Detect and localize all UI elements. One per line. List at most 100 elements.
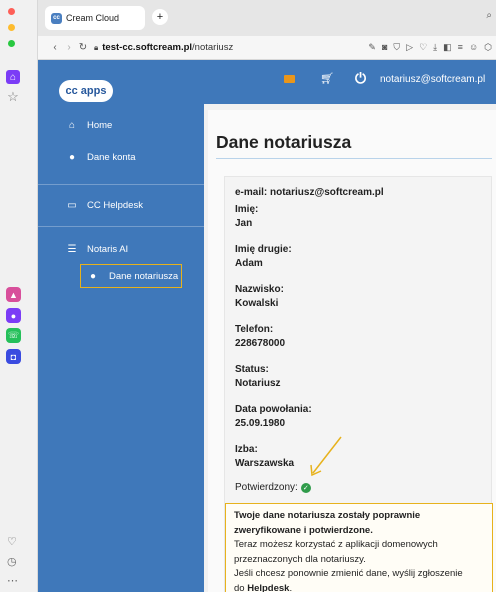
sidebar-item-helpdesk[interactable]: ▭ CC Helpdesk	[66, 200, 143, 211]
mail-icon[interactable]	[284, 75, 295, 83]
notice-text: do Helpdesk.	[234, 582, 293, 592]
verification-notice: Twoje dane notariusza zostały poprawnie …	[225, 503, 493, 592]
forward-icon[interactable]: ›	[62, 42, 76, 53]
field-telefon: Telefon: 228678000	[235, 323, 285, 351]
heart-icon[interactable]: ♡	[419, 42, 427, 53]
field-value: 25.09.1980	[235, 418, 286, 429]
new-tab-button[interactable]: +	[152, 9, 168, 25]
back-icon[interactable]: ‹	[48, 42, 62, 53]
search-tabs-icon[interactable]: ⌕	[486, 10, 492, 21]
sidebar-item-label: Notaris AI	[87, 244, 129, 255]
sidebar-item-label: CC Helpdesk	[87, 200, 143, 211]
notice-headline: zweryfikowane i potwierdzone.	[234, 524, 373, 536]
menu-icon[interactable]: ≡	[458, 42, 463, 53]
field-label: Telefon:	[235, 324, 274, 335]
close-window-button[interactable]	[8, 8, 15, 15]
os-sidebar: ⌂ ☆ ▲ ● ☏ ◘ ♡ ◷ ⋯	[0, 0, 38, 592]
user-email[interactable]: notariusz@softcream.pl	[380, 74, 485, 85]
notice-text: Teraz możesz korzystać z aplikacji domen…	[234, 539, 438, 550]
play-icon[interactable]: ▷	[406, 42, 413, 53]
messenger-icon[interactable]: ●	[6, 308, 21, 323]
home-icon: ⌂	[68, 120, 76, 131]
lock-icon: 🔒︎	[94, 42, 99, 52]
sidebar-item-dane-notariusza[interactable]: ● Dane notariusza	[80, 264, 182, 288]
browser-window: ⌂ ☆ ▲ ● ☏ ◘ ♡ ◷ ⋯ cc Cream Cloud + ⌕ ‹ ›…	[0, 0, 496, 592]
app-topbar: 🛒︎ ⏻ notariusz@softcream.pl	[204, 60, 496, 104]
field-label: Data powołania:	[235, 404, 312, 415]
profile-icon[interactable]: ☺	[469, 42, 478, 53]
reload-icon[interactable]: ↻	[76, 42, 90, 53]
field-izba: Izba: Warszawska	[235, 443, 294, 471]
field-value: 228678000	[235, 338, 286, 349]
tab-title: Cream Cloud	[66, 13, 120, 23]
sidebar-divider	[38, 226, 204, 227]
sidebar-divider	[38, 184, 204, 185]
toolbar-icons: ✎ ◙ ⛉ ▷ ♡ ⤓ ◧ ≡ ☺ ⬡	[368, 42, 496, 53]
field-label: Nazwisko:	[235, 284, 284, 295]
star-icon[interactable]: ☆	[6, 89, 20, 104]
notice-headline: Twoje dane notariusza zostały poprawnie	[234, 510, 421, 521]
field-value: Warszawska	[235, 458, 295, 469]
user-icon: ●	[89, 270, 97, 282]
list-icon: ☰	[67, 244, 77, 255]
address-bar: ‹ › ↻ 🔒︎ test-cc.softcream.pl/notariusz …	[38, 36, 496, 60]
sidebar-item-home[interactable]: ⌂ Home	[66, 120, 112, 131]
field-value: Kowalski	[235, 298, 279, 309]
app-sidebar: cc apps ⌂ Home ● Dane konta ▭ CC Helpdes…	[38, 60, 204, 592]
whatsapp-icon[interactable]: ☏	[6, 328, 21, 343]
confirmed-label: Potwierdzony:	[235, 482, 298, 493]
minimize-window-button[interactable]	[8, 24, 15, 31]
extensions-icon[interactable]: ⬡	[484, 42, 492, 53]
app-logo[interactable]: cc apps	[59, 80, 113, 102]
favicon-icon: cc	[51, 12, 62, 24]
notary-details-card: e-mail: notariusz@softcream.pl Imię: Jan…	[224, 176, 493, 592]
sidebar-item-label: Dane notariusza	[109, 270, 179, 282]
tab-bar: cc Cream Cloud + ⌕	[38, 0, 496, 36]
field-value: Adam	[235, 258, 263, 269]
title-divider	[216, 158, 492, 159]
field-label: Status:	[235, 364, 269, 375]
notice-text: przeznaczonych dla notariuszy.	[234, 553, 366, 565]
sidebar-item-label: Dane konta	[87, 152, 136, 163]
main-content: 🛒︎ ⏻ notariusz@softcream.pl Dane notariu…	[204, 60, 496, 592]
field-status: Status: Notariusz	[235, 363, 281, 391]
field-label: Izba:	[235, 444, 258, 455]
notice-text: Jeśli chcesz ponownie zmienić dane, wyśl…	[234, 568, 463, 579]
edit-icon[interactable]: ✎	[368, 42, 376, 53]
home-icon[interactable]: ⌂	[6, 70, 20, 84]
shield-icon[interactable]: ⛉	[393, 42, 400, 53]
camera-icon[interactable]: ◙	[382, 42, 387, 53]
download-icon[interactable]: ⤓	[433, 42, 437, 53]
user-icon: ●	[68, 152, 76, 163]
browser-tab[interactable]: cc Cream Cloud	[45, 6, 145, 30]
app-area: cc apps ⌂ Home ● Dane konta ▭ CC Helpdes…	[38, 60, 496, 592]
more-icon[interactable]: ⋯	[7, 574, 18, 587]
helpdesk-link[interactable]: Helpdesk	[247, 583, 289, 592]
cart-icon[interactable]: 🛒︎	[320, 72, 334, 85]
field-nazwisko: Nazwisko: Kowalski	[235, 283, 284, 311]
monitor-icon: ▭	[67, 200, 77, 211]
page-title: Dane notariusza	[216, 132, 352, 152]
sidebar-item-label: Home	[87, 120, 113, 131]
content-panel: Dane notariusza e-mail: notariusz@softcr…	[208, 110, 496, 592]
logout-icon[interactable]: ⏻	[355, 70, 366, 87]
heart-icon[interactable]: ♡	[7, 535, 17, 548]
email-line: e-mail: notariusz@softcream.pl	[235, 187, 384, 198]
arrow-annotation	[310, 436, 342, 477]
sidebar-item-dane-konta[interactable]: ● Dane konta	[66, 152, 136, 163]
field-imie-drugie: Imię drugie: Adam	[235, 243, 292, 271]
field-value: Notariusz	[235, 378, 281, 389]
app-launcher-icon[interactable]: ◘	[6, 349, 21, 364]
confirmed-row: Potwierdzony: ✓	[235, 482, 311, 493]
url-field[interactable]: test-cc.softcream.pl/notariusz	[102, 42, 233, 53]
field-label: Imię drugie:	[235, 244, 292, 255]
field-imie: Imię: Jan	[235, 203, 258, 231]
history-icon[interactable]: ◷	[7, 555, 17, 568]
field-data-powolania: Data powołania: 25.09.1980	[235, 403, 312, 431]
maximize-window-button[interactable]	[8, 40, 15, 47]
sidebar-item-notaris-ai[interactable]: ☰ Notaris AI	[66, 244, 129, 255]
sidebar-toggle-icon[interactable]: ◧	[443, 42, 452, 53]
field-label: Imię:	[235, 204, 259, 215]
app-store-icon[interactable]: ▲	[6, 287, 21, 302]
check-icon: ✓	[300, 482, 311, 493]
